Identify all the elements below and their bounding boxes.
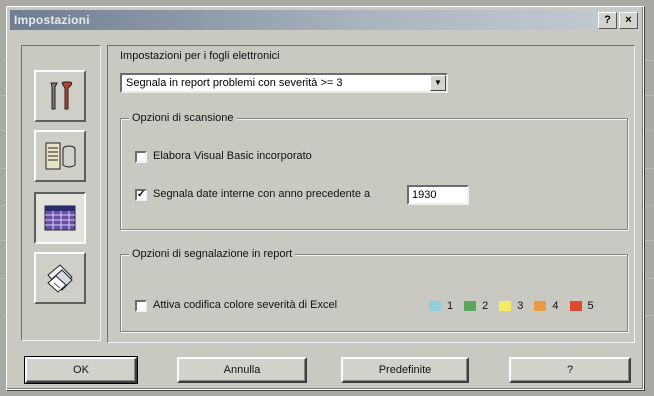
color-coding-label[interactable]: Attiva codifica colore severità di Excel [153, 299, 337, 311]
database-icon[interactable] [34, 130, 86, 182]
severity-num-4: 4 [552, 300, 559, 312]
close-button[interactable]: × [619, 12, 638, 29]
settings-dialog: Impostazioni ? × Impostazioni per i fogl… [6, 6, 644, 390]
vba-label[interactable]: Elabora Visual Basic incorporato [153, 150, 312, 162]
tools-icon[interactable] [34, 70, 86, 122]
severity-color-1 [429, 301, 441, 311]
severity-color-2 [464, 301, 477, 311]
severity-level-4: 4 [534, 300, 559, 312]
severity-num-3: 3 [517, 300, 524, 312]
sheet-settings-label: Impostazioni per i fogli elettronici [120, 50, 280, 62]
title-bar[interactable]: Impostazioni ? × [10, 10, 640, 30]
report-options-group: Opzioni di segnalazione in report Attiva… [120, 248, 628, 332]
color-coding-checkbox[interactable] [135, 300, 147, 312]
severity-color-5 [569, 301, 582, 311]
window-title: Impostazioni [14, 13, 90, 27]
help-title-button[interactable]: ? [598, 12, 617, 29]
date-checkbox[interactable]: ✓ [135, 189, 147, 201]
documents-icon[interactable] [34, 252, 86, 304]
severity-num-1: 1 [447, 300, 454, 312]
severity-dropdown-value: Segnala in report problemi con severità … [126, 77, 343, 89]
scan-options-group: Opzioni di scansione Elabora Visual Basi… [120, 112, 628, 230]
scan-options-title: Opzioni di scansione [129, 112, 237, 124]
ok-button[interactable]: OK [24, 356, 138, 384]
chevron-down-icon[interactable]: ▼ [430, 75, 446, 91]
severity-level-1: 1 [429, 300, 453, 312]
severity-dropdown[interactable]: Segnala in report problemi con severità … [120, 73, 448, 93]
severity-level-2: 2 [464, 300, 488, 312]
severity-color-4 [534, 301, 547, 311]
severity-legend: 1 2 3 4 5 [429, 300, 594, 312]
report-options-title: Opzioni di segnalazione in report [129, 248, 296, 260]
severity-num-2: 2 [482, 300, 489, 312]
help-button[interactable]: ? [509, 357, 631, 383]
severity-level-5: 5 [569, 300, 594, 312]
category-panel [21, 45, 101, 341]
severity-color-3 [499, 301, 512, 311]
defaults-button[interactable]: Predefinite [341, 357, 469, 383]
year-input[interactable]: 1930 [407, 185, 469, 205]
spreadsheet-icon[interactable] [34, 192, 86, 244]
severity-level-3: 3 [499, 300, 523, 312]
date-label[interactable]: Segnala date interne con anno precedente… [153, 188, 370, 200]
cancel-button[interactable]: Annulla [177, 357, 307, 383]
vba-checkbox[interactable] [135, 151, 147, 163]
severity-num-5: 5 [587, 300, 594, 312]
settings-pane: Impostazioni per i fogli elettronici Seg… [107, 45, 635, 343]
